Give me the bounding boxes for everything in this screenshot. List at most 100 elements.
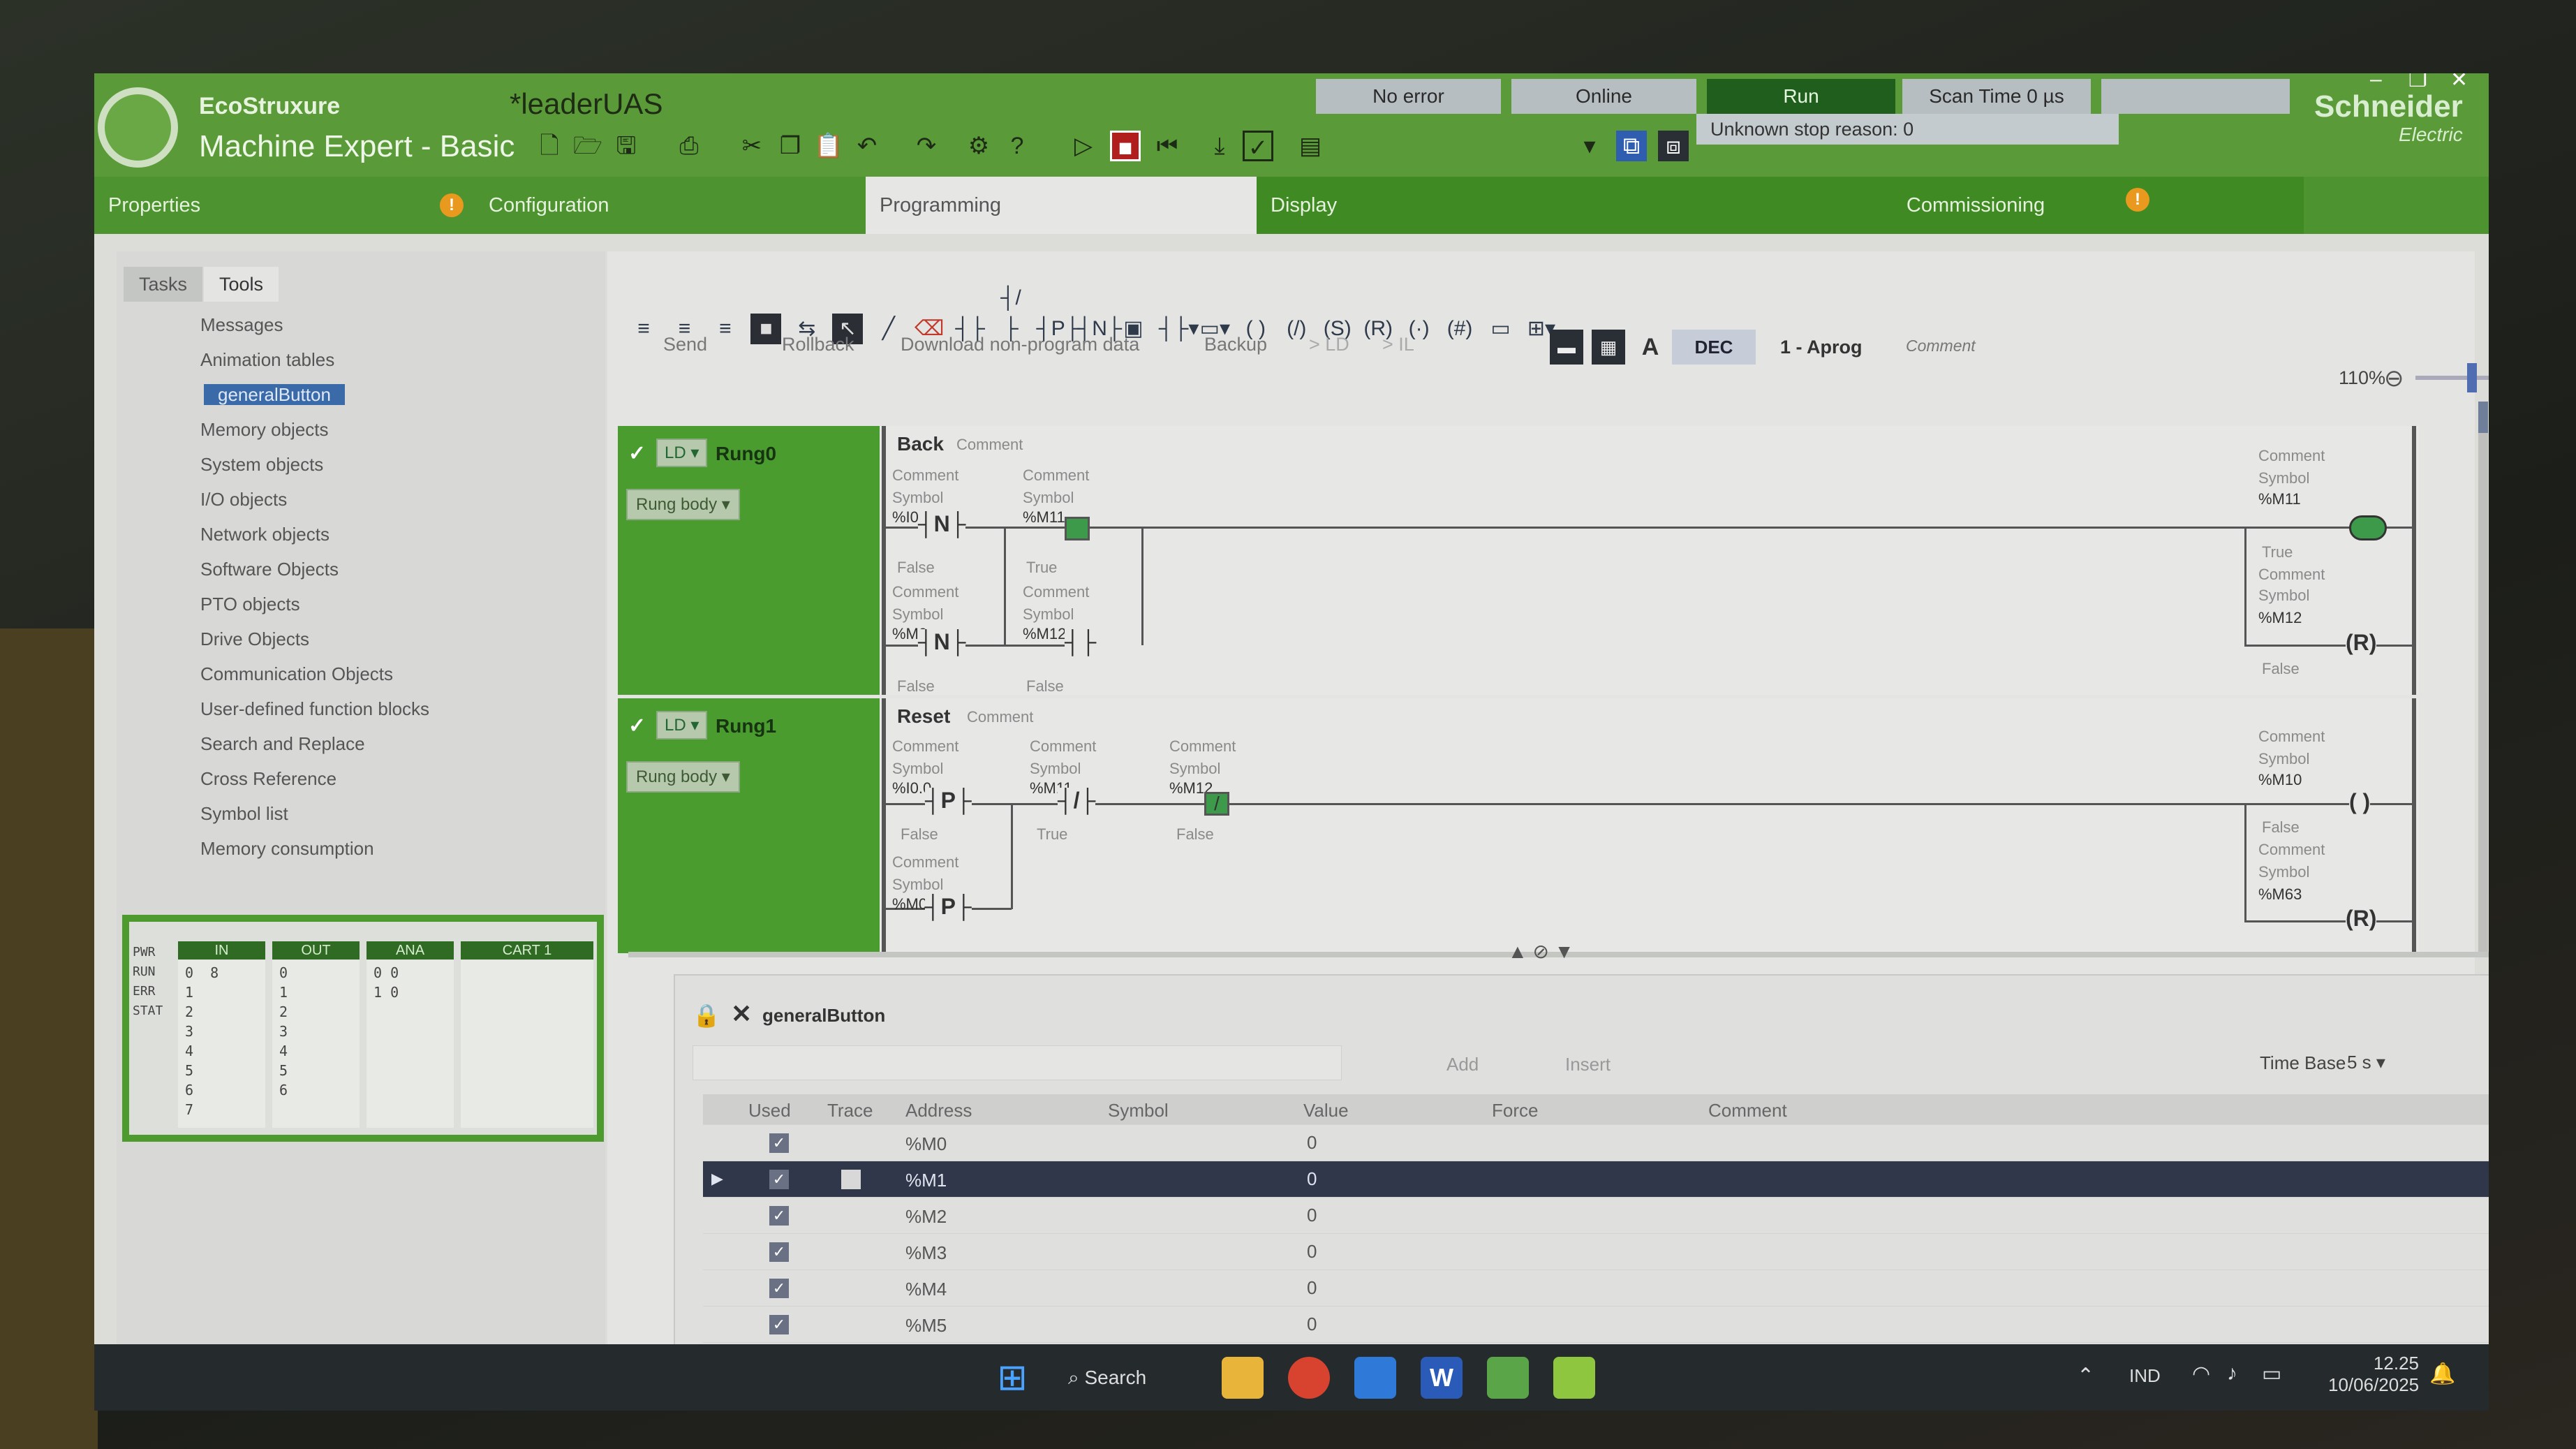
- table-row[interactable]: ✓ %M0 0: [703, 1125, 2489, 1161]
- word-icon[interactable]: W: [1421, 1357, 1463, 1399]
- simulator-icon[interactable]: ⧈: [1658, 131, 1689, 161]
- used-checkbox[interactable]: ✓: [769, 1315, 789, 1334]
- zoom-slider-thumb[interactable]: [2467, 363, 2477, 392]
- zoom-out-icon[interactable]: ⊖: [2384, 365, 2404, 392]
- reset-coil-m63[interactable]: (R): [2346, 906, 2377, 932]
- close-table-icon[interactable]: ✕: [731, 999, 752, 1029]
- reset-coil-m12[interactable]: (R): [2346, 630, 2377, 656]
- wifi-icon[interactable]: ◠: [2192, 1362, 2210, 1386]
- undo-icon[interactable]: ↶: [852, 131, 882, 161]
- contact-m11-energized[interactable]: [1065, 517, 1090, 540]
- download-non-program-button[interactable]: Download non-program data: [901, 334, 1139, 355]
- tree-drive-objects[interactable]: Drive Objects: [145, 621, 591, 656]
- used-checkbox[interactable]: ✓: [769, 1206, 789, 1226]
- rung-check-icon[interactable]: ✓: [628, 441, 646, 466]
- to-ld-button[interactable]: > LD: [1309, 334, 1349, 355]
- coil-m10[interactable]: ( ): [2349, 789, 2371, 815]
- file-explorer-icon[interactable]: [1222, 1357, 1264, 1399]
- trace-checkbox[interactable]: [841, 1170, 861, 1189]
- insert-button[interactable]: Insert: [1565, 1054, 1611, 1075]
- pou-comment[interactable]: Comment: [1906, 337, 1976, 355]
- help-icon[interactable]: ?: [1002, 131, 1032, 161]
- tab-commissioning[interactable]: Commissioning: [1634, 177, 2304, 234]
- add-button[interactable]: Add: [1446, 1054, 1479, 1075]
- snipping-tool-icon[interactable]: [1354, 1357, 1396, 1399]
- neg-coil-icon[interactable]: (#): [1444, 314, 1475, 344]
- tab-programming[interactable]: Programming: [866, 177, 1257, 234]
- save-icon[interactable]: 🖫: [611, 131, 642, 161]
- paste-icon[interactable]: 📋: [813, 131, 844, 161]
- tree-messages[interactable]: Messages: [145, 307, 591, 342]
- clock[interactable]: 12.25 10/06/2025: [2328, 1353, 2419, 1396]
- table-row[interactable]: ✓ %M4 0: [703, 1270, 2489, 1307]
- rung-body-select[interactable]: Rung body ▾: [626, 489, 740, 520]
- tree-pto-objects[interactable]: PTO objects: [145, 587, 591, 621]
- rung-check-icon[interactable]: ✓: [628, 714, 646, 738]
- time-base-select[interactable]: 5 s ▾: [2347, 1048, 2431, 1076]
- chevron-up-icon[interactable]: ⌃: [2077, 1364, 2094, 1388]
- contact-nc-m12-energized[interactable]: /: [1204, 792, 1229, 816]
- download-icon[interactable]: ⤓: [1204, 131, 1235, 161]
- volume-icon[interactable]: ♪: [2227, 1362, 2237, 1385]
- rung-comment[interactable]: Comment: [967, 708, 1033, 726]
- table-row[interactable]: ✓ %M3 0: [703, 1234, 2489, 1270]
- zoom-slider[interactable]: [2415, 376, 2489, 380]
- windows-start-icon[interactable]: ⊞: [991, 1357, 1033, 1399]
- lock-icon[interactable]: 🔒: [693, 1002, 720, 1029]
- font-size-icon[interactable]: A: [1634, 330, 1667, 365]
- tab-display[interactable]: Display: [1257, 177, 1634, 234]
- vertical-scrollbar[interactable]: [2478, 402, 2488, 953]
- rung-list-icon[interactable]: ≡: [710, 314, 741, 344]
- rung-body-select[interactable]: Rung body ▾: [626, 761, 740, 793]
- reset-icon[interactable]: ⏮: [1152, 131, 1183, 161]
- tree-network-objects[interactable]: Network objects: [145, 517, 591, 552]
- check-icon[interactable]: ✓: [1243, 131, 1273, 161]
- to-il-button[interactable]: > IL: [1382, 334, 1414, 355]
- draw-line-icon[interactable]: ╱: [873, 314, 904, 344]
- tab-tools[interactable]: Tools: [204, 267, 279, 302]
- dropdown-arrow-icon[interactable]: ▾: [1574, 131, 1605, 161]
- tree-animation-tables[interactable]: Animation tables: [145, 342, 591, 377]
- tree-software-objects[interactable]: Software Objects: [145, 552, 591, 587]
- contact-n-i0-0[interactable]: ┤N├: [918, 511, 966, 537]
- coil-m11-energized[interactable]: [2349, 515, 2387, 540]
- run-play-icon[interactable]: ▷: [1068, 131, 1099, 161]
- tree-system-objects[interactable]: System objects: [145, 447, 591, 482]
- taskbar-search[interactable]: ⌕ Search: [1068, 1360, 1194, 1396]
- used-checkbox[interactable]: ✓: [769, 1279, 789, 1298]
- contact-m12[interactable]: ┤├: [1065, 629, 1097, 655]
- report-icon[interactable]: ▤: [1295, 131, 1326, 161]
- tree-search-replace[interactable]: Search and Replace: [145, 726, 591, 761]
- tree-general-button[interactable]: generalButton: [204, 384, 345, 405]
- machine-expert-taskbar-icon[interactable]: [1487, 1357, 1529, 1399]
- rung-comment[interactable]: Comment: [956, 436, 1023, 454]
- view-mode-icon[interactable]: ▬: [1550, 330, 1583, 365]
- tab-properties[interactable]: Properties: [94, 177, 276, 234]
- redo-icon[interactable]: ↷: [911, 131, 942, 161]
- send-button[interactable]: Send: [663, 334, 707, 355]
- connect-icon[interactable]: ⧉: [1616, 131, 1647, 161]
- table-row[interactable]: ✓ %M2 0: [703, 1198, 2489, 1234]
- battery-icon[interactable]: ▭: [2262, 1362, 2281, 1386]
- ecostruxure-taskbar-icon[interactable]: [1553, 1357, 1595, 1399]
- tree-memory-consumption[interactable]: Memory consumption: [145, 831, 591, 866]
- rung-1[interactable]: ✓ LD ▾ Rung1 Rung body ▾ Reset Comment C…: [618, 698, 2419, 953]
- address-input[interactable]: [693, 1045, 1342, 1080]
- contact-nc-m11[interactable]: ┤/├: [1058, 788, 1096, 814]
- copy-icon[interactable]: ❐: [775, 131, 806, 161]
- tree-cross-reference[interactable]: Cross Reference: [145, 761, 591, 796]
- tab-tasks[interactable]: Tasks: [124, 267, 203, 302]
- nc-contact-icon[interactable]: ┤/├: [995, 283, 1026, 340]
- contact-p-i0-0[interactable]: ┤P├: [925, 788, 972, 814]
- open-folder-icon[interactable]: 🗁: [572, 131, 603, 161]
- settings-gear-icon[interactable]: ⚙: [963, 131, 994, 161]
- used-checkbox[interactable]: ✓: [769, 1170, 789, 1189]
- contact-n-m0[interactable]: ┤N├: [918, 629, 966, 655]
- dec-format-button[interactable]: DEC: [1672, 330, 1756, 365]
- language-indicator[interactable]: IND: [2129, 1365, 2161, 1387]
- table-row[interactable]: ▶ ✓ %M1 0: [703, 1161, 2489, 1198]
- used-checkbox[interactable]: ✓: [769, 1133, 789, 1153]
- rung-language-select[interactable]: LD ▾: [656, 439, 708, 467]
- rung-0[interactable]: ✓ LD ▾ Rung0 Rung body ▾ Back Comment Co…: [618, 426, 2419, 695]
- contact-p-m0[interactable]: ┤P├: [925, 894, 972, 920]
